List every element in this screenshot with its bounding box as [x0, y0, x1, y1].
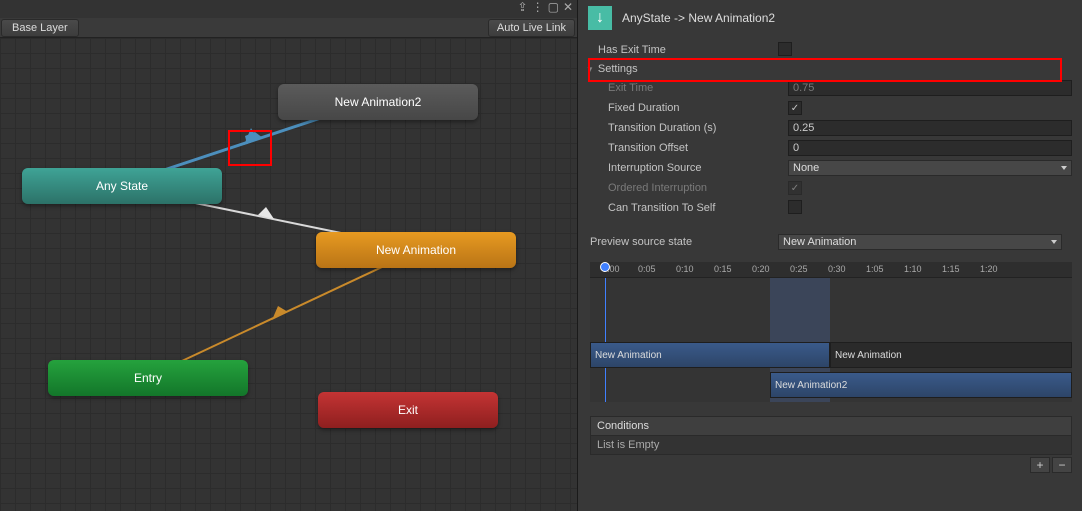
- transition-title-row: AnyState -> New Animation2: [578, 0, 1082, 40]
- can-transition-self-checkbox[interactable]: [788, 200, 802, 214]
- clip-destination[interactable]: New Animation2: [770, 372, 1072, 398]
- transition-duration-input[interactable]: [788, 120, 1072, 136]
- inspector-panel: AnyState -> New Animation2 Has Exit Time…: [578, 0, 1082, 511]
- transition-duration-row: Transition Duration (s): [578, 118, 1082, 138]
- has-exit-time-row: Has Exit Time: [578, 40, 1082, 60]
- breadcrumb-bar: Base Layer Auto Live Link: [0, 18, 577, 38]
- node-any-state[interactable]: Any State: [22, 168, 222, 204]
- transition-icon: [588, 6, 612, 30]
- node-entry[interactable]: Entry: [48, 360, 248, 396]
- playhead-icon[interactable]: [600, 262, 610, 272]
- tick-label: 0:10: [676, 264, 694, 274]
- breadcrumb[interactable]: Base Layer: [1, 19, 79, 37]
- transition-offset-row: Transition Offset: [578, 138, 1082, 158]
- remove-condition-button[interactable]: −: [1052, 457, 1072, 473]
- preview-source-label: Preview source state: [590, 236, 778, 248]
- fixed-duration-row: Fixed Duration: [578, 98, 1082, 118]
- tick-label: 1:20: [980, 264, 998, 274]
- transition-offset-label: Transition Offset: [608, 142, 788, 154]
- timeline-tracks: New Animation New Animation New Animatio…: [590, 278, 1072, 402]
- transition-duration-label: Transition Duration (s): [608, 122, 788, 134]
- graph-toolbar: ⇪ ⋮ ▢ ✕: [518, 0, 577, 16]
- fixed-duration-checkbox[interactable]: [788, 101, 802, 115]
- transition-offset-input[interactable]: [788, 140, 1072, 156]
- settings-foldout[interactable]: Settings: [578, 60, 1082, 78]
- clip-source-loop[interactable]: New Animation: [830, 342, 1072, 368]
- graph-canvas[interactable]: Any State New Animation2 New Animation E…: [0, 38, 577, 511]
- conditions-header: Conditions: [590, 416, 1072, 436]
- can-transition-self-label: Can Transition To Self: [608, 202, 788, 214]
- tick-label: 1:05: [866, 264, 884, 274]
- can-transition-self-row: Can Transition To Self: [578, 198, 1082, 218]
- exit-time-input[interactable]: [788, 80, 1072, 96]
- node-new-animation-2[interactable]: New Animation2: [278, 84, 478, 120]
- animator-graph-panel: ⇪ ⋮ ▢ ✕ Base Layer Auto Live Link: [0, 0, 578, 511]
- tick-label: 0:15: [714, 264, 732, 274]
- conditions-section: Conditions List is Empty + −: [590, 416, 1072, 475]
- ordered-interruption-row: Ordered Interruption: [578, 178, 1082, 198]
- ordered-interruption-checkbox: [788, 181, 802, 195]
- tick-label: 0:25: [790, 264, 808, 274]
- tick-label: 0:05: [638, 264, 656, 274]
- menu-icon[interactable]: ⋮: [532, 0, 544, 16]
- conditions-footer: + −: [590, 455, 1072, 475]
- transition-title: AnyState -> New Animation2: [622, 11, 775, 25]
- preview-source-row: Preview source state New Animation: [578, 230, 1082, 254]
- interruption-source-row: Interruption Source None: [578, 158, 1082, 178]
- add-condition-button[interactable]: +: [1030, 457, 1050, 473]
- ordered-interruption-label: Ordered Interruption: [608, 182, 788, 194]
- timeline-ruler[interactable]: 0:00 0:05 0:10 0:15 0:20 0:25 0:30 1:05 …: [590, 262, 1072, 278]
- preview-source-dropdown[interactable]: New Animation: [778, 234, 1062, 250]
- exit-time-row: Exit Time: [578, 78, 1082, 98]
- unlock-icon[interactable]: ⇪: [518, 0, 528, 16]
- node-new-animation[interactable]: New Animation: [316, 232, 516, 268]
- conditions-empty-label: List is Empty: [590, 436, 1072, 455]
- close-icon[interactable]: ✕: [563, 0, 573, 16]
- has-exit-time-checkbox[interactable]: [778, 42, 792, 56]
- transition-timeline[interactable]: 0:00 0:05 0:10 0:15 0:20 0:25 0:30 1:05 …: [590, 262, 1072, 402]
- interruption-source-label: Interruption Source: [608, 162, 788, 174]
- node-exit[interactable]: Exit: [318, 392, 498, 428]
- tick-label: 0:20: [752, 264, 770, 274]
- exit-time-label: Exit Time: [608, 82, 788, 94]
- maximize-icon[interactable]: ▢: [548, 0, 559, 16]
- interruption-source-dropdown[interactable]: None: [788, 160, 1072, 176]
- highlight-box-graph: [228, 130, 272, 166]
- tick-label: 0:30: [828, 264, 846, 274]
- tick-label: 1:15: [942, 264, 960, 274]
- tick-label: 1:10: [904, 264, 922, 274]
- fixed-duration-label: Fixed Duration: [608, 102, 788, 114]
- auto-live-link-button[interactable]: Auto Live Link: [488, 19, 575, 37]
- clip-source[interactable]: New Animation: [590, 342, 830, 368]
- playhead-line: [605, 278, 606, 402]
- has-exit-time-label: Has Exit Time: [598, 44, 778, 56]
